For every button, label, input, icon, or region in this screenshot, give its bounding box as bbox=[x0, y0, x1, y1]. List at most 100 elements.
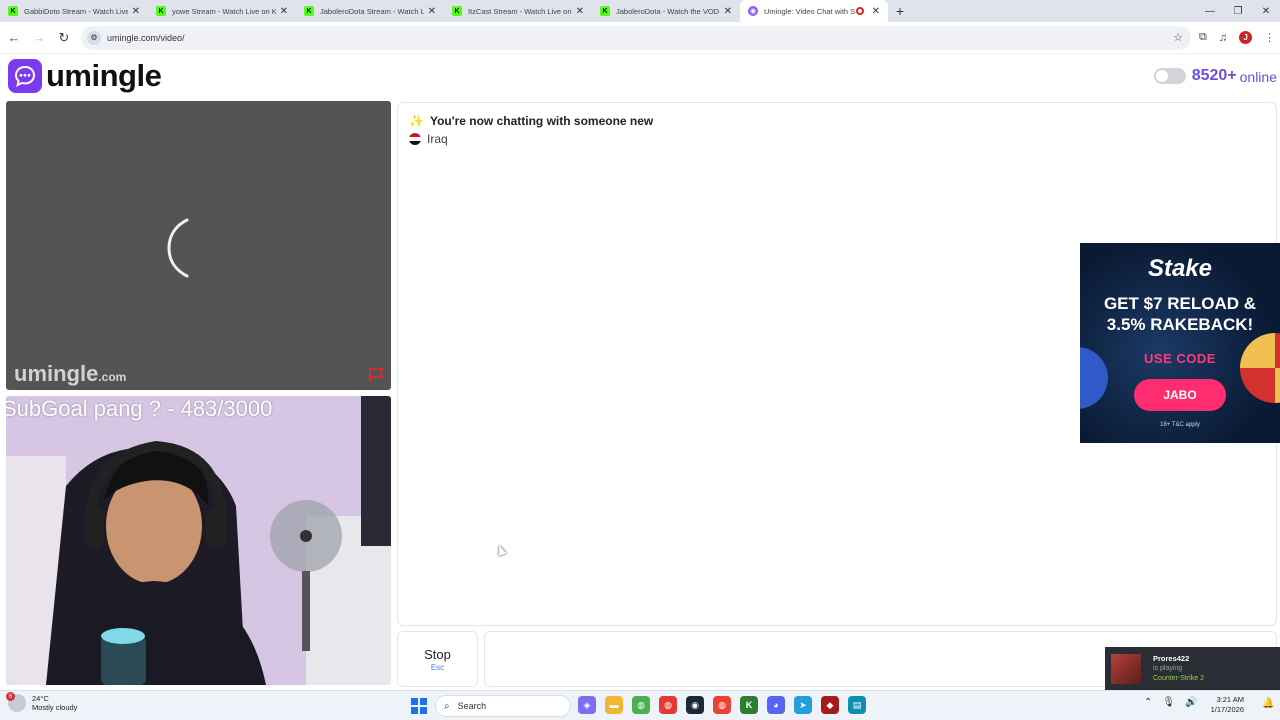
pinned-apps: ◈ ▬ ◍ ◍ ◉ ◍ K ◕ ➤ ◆ ▤ bbox=[578, 696, 866, 714]
clock-time: 3:21 AM bbox=[1216, 695, 1244, 704]
kick-app-icon[interactable]: K bbox=[740, 696, 758, 714]
media-control-icon[interactable]: ♫ bbox=[1219, 32, 1227, 44]
address-bar[interactable]: ⚙ umingle.com/video/ ☆ bbox=[81, 25, 1191, 50]
chrome-active-icon[interactable]: ◍ bbox=[713, 696, 731, 714]
menu-icon[interactable]: ⋮ bbox=[1264, 31, 1275, 44]
extensions-icon[interactable]: ⧉ bbox=[1199, 31, 1207, 44]
forward-icon[interactable]: → bbox=[28, 27, 50, 49]
new-tab-button[interactable]: + bbox=[888, 0, 912, 22]
ad-code-button[interactable]: JABO bbox=[1134, 379, 1226, 411]
reload-icon[interactable]: ↻ bbox=[53, 27, 75, 49]
ad-brand: Stake bbox=[1147, 255, 1213, 282]
steam-notification[interactable]: Prores422 is playing Counter-Strike 2 bbox=[1105, 647, 1280, 690]
kick-icon: K bbox=[8, 6, 18, 16]
close-window-icon[interactable]: ✕ bbox=[1252, 0, 1280, 22]
stop-shortcut: Esc bbox=[430, 662, 445, 672]
umingle-icon: ◉ bbox=[748, 6, 758, 16]
status-text: You're now chatting with someone new bbox=[429, 114, 654, 128]
online-label: online bbox=[1239, 69, 1277, 85]
notepad-icon[interactable]: ▤ bbox=[848, 696, 866, 714]
stop-button[interactable]: Stop Esc bbox=[397, 631, 478, 687]
minimize-icon[interactable]: — bbox=[1196, 0, 1224, 22]
cloud-icon: 6 bbox=[6, 692, 26, 712]
ad-use-code-label: USE CODE bbox=[1144, 351, 1216, 366]
report-flag-icon[interactable] bbox=[368, 367, 386, 383]
taskbar-search[interactable]: ⌕ Search bbox=[435, 695, 571, 717]
online-count: 8520+ bbox=[1191, 66, 1237, 84]
profile-avatar[interactable]: J bbox=[1239, 31, 1253, 44]
iraq-flag-icon bbox=[409, 133, 421, 145]
close-tab-icon[interactable]: ✕ bbox=[132, 6, 140, 17]
ad-wheel-graphic bbox=[1240, 333, 1280, 403]
system-tray: ⌃ 🎙 🔊 bbox=[1144, 697, 1198, 708]
url-text: umingle.com/video/ bbox=[107, 32, 185, 43]
close-tab-icon[interactable]: ✕ bbox=[280, 6, 288, 17]
weather-widget[interactable]: 6 24°C Mostly cloudy bbox=[6, 692, 78, 712]
subgoal-overlay: SubGoal pang ? - 483/3000 bbox=[6, 396, 273, 421]
browser-tab-active[interactable]: ◉ Umingle: Video Chat with S ✕ bbox=[740, 0, 888, 22]
notification-bell-icon[interactable]: 🔔 bbox=[1262, 698, 1274, 709]
close-tab-icon[interactable]: ✕ bbox=[576, 6, 584, 17]
weather-description: Mostly cloudy bbox=[32, 703, 78, 712]
close-tab-icon[interactable]: ✕ bbox=[872, 6, 880, 17]
site-logo[interactable]: umingle bbox=[8, 58, 162, 94]
kick-icon: K bbox=[304, 6, 314, 16]
temperature: 24°C bbox=[32, 694, 49, 703]
dota-icon[interactable]: ◆ bbox=[821, 696, 839, 714]
search-placeholder: Search bbox=[457, 701, 487, 711]
start-button[interactable] bbox=[411, 698, 427, 714]
taskbar-clock[interactable]: 3:21 AM 1/17/2026 bbox=[1200, 695, 1244, 715]
recording-icon bbox=[855, 7, 864, 15]
chat-status-message: ✨ You're now chatting with someone new bbox=[409, 114, 653, 128]
browser-tab[interactable]: K yowe Stream - Watch Live on K ✕ bbox=[148, 0, 296, 22]
browser-tab-bar: K GabbiDoto Stream - Watch Live ✕ K yowe… bbox=[0, 0, 1280, 22]
close-tab-icon[interactable]: ✕ bbox=[724, 6, 732, 17]
webcam-scene-image bbox=[6, 396, 391, 685]
stranger-video bbox=[6, 101, 391, 390]
back-icon[interactable]: ← bbox=[3, 27, 25, 49]
search-icon: ⌕ bbox=[444, 700, 450, 712]
copilot-icon[interactable]: ◈ bbox=[578, 696, 596, 714]
loading-spinner-icon bbox=[167, 218, 189, 278]
chrome-profile-icon[interactable]: ◍ bbox=[659, 696, 677, 714]
site-info-icon[interactable]: ⚙ bbox=[87, 30, 101, 45]
chrome-icon[interactable]: ◍ bbox=[632, 696, 650, 714]
tab-title: yowe Stream - Watch Live on K bbox=[172, 6, 276, 16]
notification-badge: 6 bbox=[6, 692, 15, 701]
browser-tab[interactable]: K ItzCast Stream - Watch Live on ✕ bbox=[444, 0, 592, 22]
tab-title: Umingle: Video Chat with S bbox=[764, 6, 856, 16]
tab-title: ItzCast Stream - Watch Live on bbox=[468, 6, 572, 16]
kick-icon: K bbox=[156, 6, 166, 16]
clock-date: 1/17/2026 bbox=[1210, 705, 1244, 714]
file-explorer-icon[interactable]: ▬ bbox=[605, 696, 623, 714]
chevron-up-icon[interactable]: ⌃ bbox=[1144, 697, 1152, 708]
browser-tab[interactable]: K JaboleroDota Stream - Watch L ✕ bbox=[296, 0, 444, 22]
stop-label: Stop bbox=[424, 646, 451, 662]
friend-game: Counter-Strike 2 bbox=[1153, 674, 1204, 682]
kick-icon: K bbox=[452, 6, 462, 16]
window-controls: — ❐ ✕ bbox=[1196, 0, 1280, 22]
volume-icon[interactable]: 🔊 bbox=[1185, 697, 1197, 708]
bookmark-star-icon[interactable]: ☆ bbox=[1173, 31, 1183, 44]
browser-tab[interactable]: K JaboleroDota - Watch the VOD ✕ bbox=[592, 0, 740, 22]
avatar bbox=[1111, 653, 1141, 684]
country-text: Iraq bbox=[427, 132, 448, 146]
microphone-icon[interactable]: 🎙 bbox=[1162, 697, 1175, 708]
ad-legal-text: 18+ T&C apply bbox=[1160, 422, 1200, 428]
umingle-watermark: umingle.com bbox=[14, 361, 127, 386]
stranger-country: Iraq bbox=[409, 132, 448, 146]
telegram-icon[interactable]: ➤ bbox=[794, 696, 812, 714]
tab-title: GabbiDoto Stream - Watch Live bbox=[24, 6, 128, 16]
my-webcam-video: SubGoal pang ? - 483/3000 bbox=[6, 396, 391, 685]
steam-icon[interactable]: ◉ bbox=[686, 696, 704, 714]
close-tab-icon[interactable]: ✕ bbox=[428, 6, 436, 17]
ad-headline: GET $7 RELOAD & 3.5% RAKEBACK! bbox=[1103, 294, 1257, 334]
tab-title: JaboleroDota Stream - Watch L bbox=[320, 6, 424, 16]
sparkles-icon: ✨ bbox=[409, 114, 424, 128]
theme-toggle[interactable] bbox=[1153, 67, 1186, 84]
browser-tab[interactable]: K GabbiDoto Stream - Watch Live ✕ bbox=[0, 0, 148, 22]
maximize-icon[interactable]: ❐ bbox=[1224, 0, 1252, 22]
discord-icon[interactable]: ◕ bbox=[767, 696, 785, 714]
stake-ad[interactable]: Stake GET $7 RELOAD & 3.5% RAKEBACK! USE… bbox=[1080, 243, 1280, 443]
logo-text: umingle bbox=[46, 58, 162, 93]
